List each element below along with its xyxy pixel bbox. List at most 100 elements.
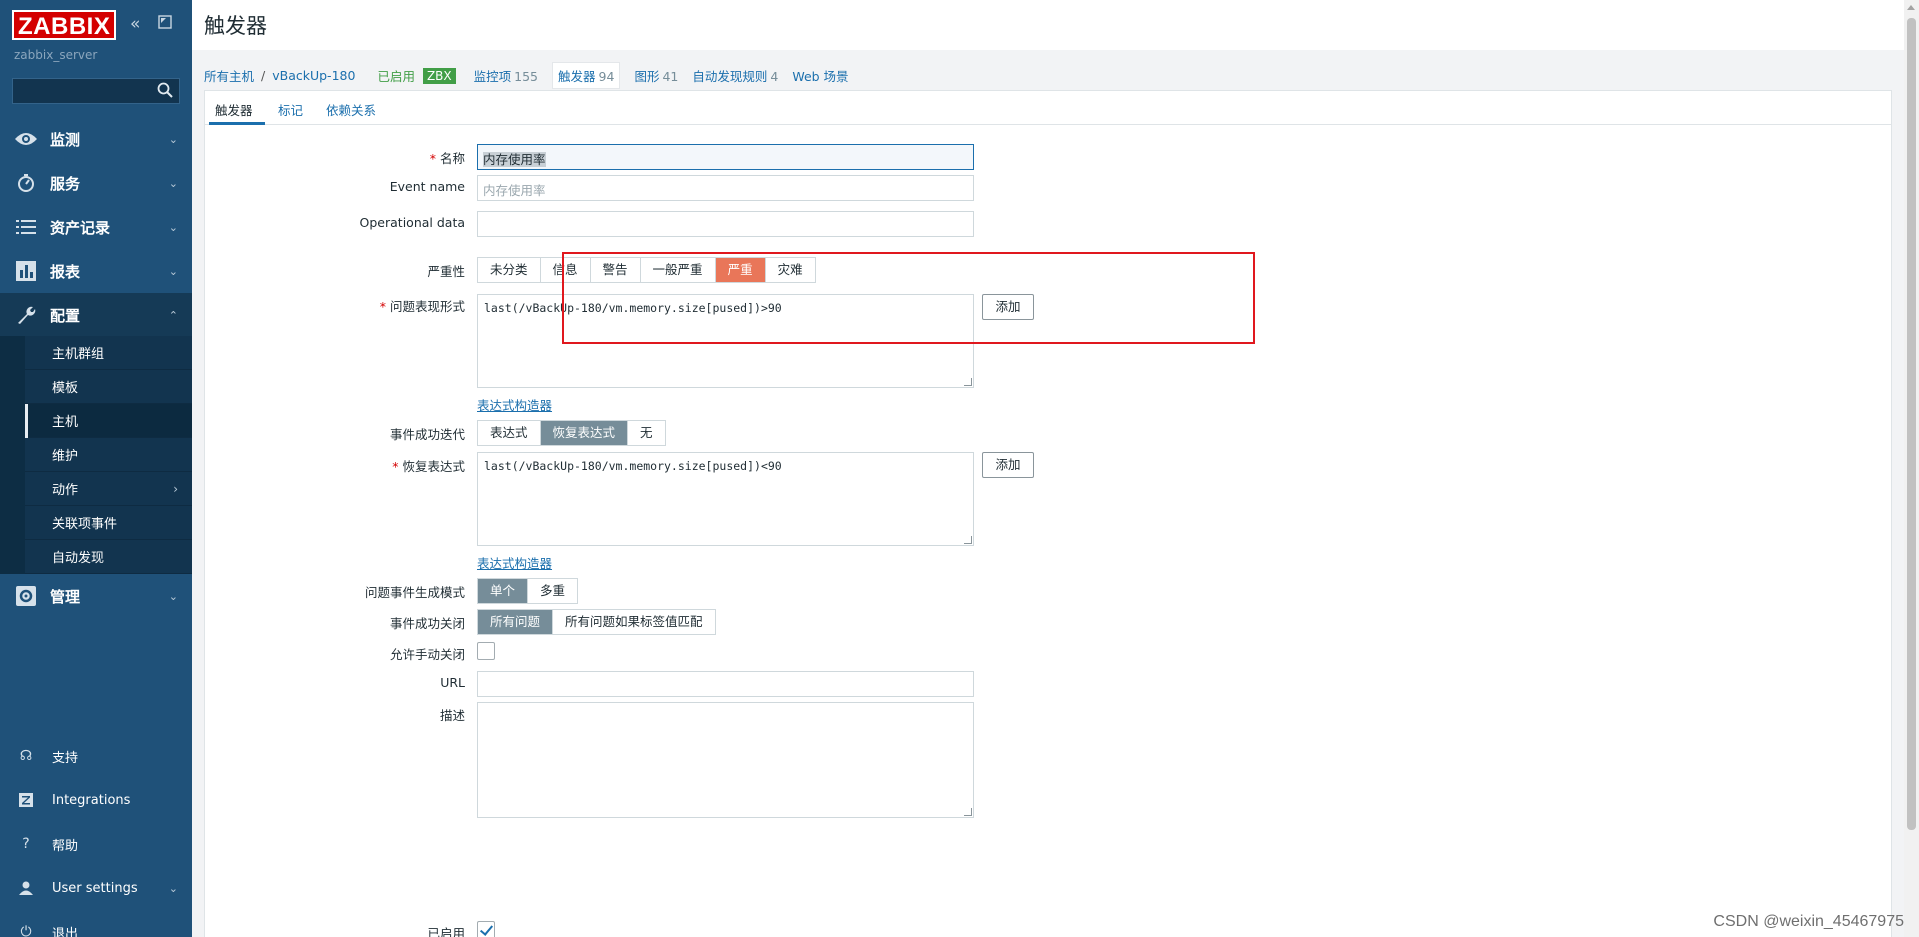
submenu-host-groups[interactable]: 主机群组 [25,336,192,370]
nav-inventory-label: 资产记录 [50,218,111,237]
recovery-expression-label: * 恢复表达式 [392,459,465,474]
page-title: 触发器 [204,14,267,38]
breadcrumb-all-hosts[interactable]: 所有主机 [204,66,254,85]
event-name-input[interactable]: 内存使用率 [477,175,974,201]
power-icon: ⏻ [20,924,32,937]
tab-tags[interactable]: 标记 [278,100,303,119]
nav-monitoring[interactable]: 监测 ⌄ [0,117,192,161]
chevron-down-icon: ⌄ [168,589,178,603]
eye-icon [14,127,38,151]
breadcrumb: 所有主机 / vBackUp-180 已启用 ZBX 监控项 155 触发器 94 … [204,62,863,89]
breadcrumb-separator: / [261,68,266,83]
wrench-icon [14,303,38,327]
ok-event-recovery-expression[interactable]: 恢复表达式 [540,421,629,445]
description-textarea[interactable] [477,702,974,818]
manual-close-checkbox[interactable] [477,642,495,660]
recovery-expression-value: last(/vBackUp-180/vm.memory.size[pused])… [484,459,782,473]
event-name-label: Event name [389,179,465,194]
nav-user-settings[interactable]: User settings ⌄ [0,868,192,908]
tab-trigger[interactable]: 触发器 [215,100,253,119]
recovery-expression-label-text: 恢复表达式 [402,459,465,474]
opdata-input[interactable] [477,211,974,237]
chevron-down-icon: ⌄ [168,264,178,278]
description-label: 描述 [439,708,465,723]
ok-close-tag-match[interactable]: 所有问题如果标签值匹配 [553,610,715,634]
breadcrumb-host[interactable]: vBackUp-180 [272,68,355,83]
enabled-label: 已启用 [427,926,465,937]
nav-configuration[interactable]: 配置 ⌃ [0,293,192,337]
timer-icon [14,171,38,195]
sidebar-search-input[interactable] [12,78,180,104]
csdn-watermark: CSDN @weixin_45467975 [1713,913,1904,930]
configuration-submenu: 主机群组 模板 主机 维护 动作 › 关联项事件 自动发现 [0,336,192,574]
zabbix-logo[interactable]: ZABBIX [12,10,117,40]
recovery-expression-textarea[interactable]: last(/vBackUp-180/vm.memory.size[pused])… [477,452,974,546]
kiosk-mode-icon[interactable] [158,14,172,34]
page-scrollbar[interactable] [1904,0,1919,937]
chevron-down-icon: ⌄ [168,881,178,895]
generation-mode-single[interactable]: 单个 [478,579,529,603]
main-area: 触发器 所有主机 / vBackUp-180 已启用 ZBX 监控项 155 触发… [192,0,1904,937]
ok-event-none[interactable]: 无 [628,421,665,445]
submenu-label: 自动发现 [52,551,105,566]
nav-support[interactable]: ☊ 支持 [0,736,192,776]
trigger-form-panel: 触发器 标记 依赖关系 * 名称 内存使用率 Event name 内存使用率 O… [204,90,1892,937]
nav-integrations[interactable]: Integrations [0,780,192,820]
submenu-templates[interactable]: 模板 [25,370,192,404]
breadcrumb-triggers[interactable]: 触发器 94 [552,62,621,89]
resize-handle-icon[interactable] [964,378,972,386]
search-icon[interactable] [156,81,174,99]
recovery-expression-add-button[interactable]: 添加 [982,452,1034,478]
recovery-expression-builder-link[interactable]: 表达式构造器 [477,553,552,572]
nav-services[interactable]: 服务 ⌄ [0,161,192,205]
breadcrumb-discovery-rules[interactable]: 自动发现规则 4 [692,66,778,85]
breadcrumb-graphs[interactable]: 图形 41 [634,66,678,85]
generation-mode-multiple[interactable]: 多重 [528,579,578,603]
breadcrumb-items-label: 监控项 [473,69,512,84]
resize-handle-icon[interactable] [964,808,972,816]
host-status[interactable]: 已启用 [377,66,415,85]
ok-close-all-problems[interactable]: 所有问题 [478,610,554,634]
ok-event-generation-label: 事件成功迭代 [389,427,465,442]
problem-expression-label-text: 问题表现形式 [389,299,465,314]
problem-expression-label: * 问题表现形式 [379,299,465,314]
submenu-event-correlation[interactable]: 关联项事件 [25,506,192,540]
nav-reports[interactable]: 报表 ⌄ [0,249,192,293]
submenu-rail [0,336,25,574]
list-icon [14,215,38,239]
resize-handle-icon[interactable] [964,536,972,544]
name-label: * 名称 [429,151,465,166]
submenu-maintenance[interactable]: 维护 [25,438,192,472]
items-count: 155 [514,69,539,84]
nav-inventory[interactable]: 资产记录 ⌄ [0,205,192,249]
ok-event-expression[interactable]: 表达式 [478,421,541,445]
nav-administration[interactable]: 管理 ⌄ [0,574,192,618]
manual-close-label: 允许手动关闭 [389,647,465,662]
breadcrumb-web-scenarios[interactable]: Web 场景 [792,66,848,85]
nav-signout[interactable]: ⏻ 退出 [0,912,192,937]
scroll-up-arrow[interactable] [1907,5,1915,10]
breadcrumb-items[interactable]: 监控项 155 [474,66,538,85]
enabled-checkbox[interactable] [477,921,495,937]
collapse-sidebar-icon[interactable]: « [130,14,140,34]
scrollbar-thumb[interactable] [1907,18,1916,830]
graphs-count: 41 [662,69,679,84]
help-icon: ? [22,836,30,852]
nav-help[interactable]: ? 帮助 [0,824,192,864]
submenu-discovery[interactable]: 自动发现 [25,540,192,574]
url-input[interactable] [477,671,974,697]
tab-dependencies[interactable]: 依赖关系 [326,100,376,119]
triggers-count: 94 [598,69,615,84]
chevron-right-icon: › [173,481,178,496]
nav-signout-label: 退出 [52,926,79,937]
name-input[interactable]: 内存使用率 [477,144,974,170]
submenu-hosts[interactable]: 主机 [25,404,192,438]
problem-expression-builder-link[interactable]: 表达式构造器 [477,395,552,414]
active-tab-indicator [209,122,265,125]
severity-not-classified[interactable]: 未分类 [478,258,541,282]
submenu-actions[interactable]: 动作 › [25,472,192,506]
ok-event-closes-selector: 所有问题 所有问题如果标签值匹配 [477,609,716,635]
submenu-label: 动作 [52,483,79,498]
nav-integrations-label: Integrations [52,792,131,808]
submenu-label: 主机群组 [52,347,105,362]
